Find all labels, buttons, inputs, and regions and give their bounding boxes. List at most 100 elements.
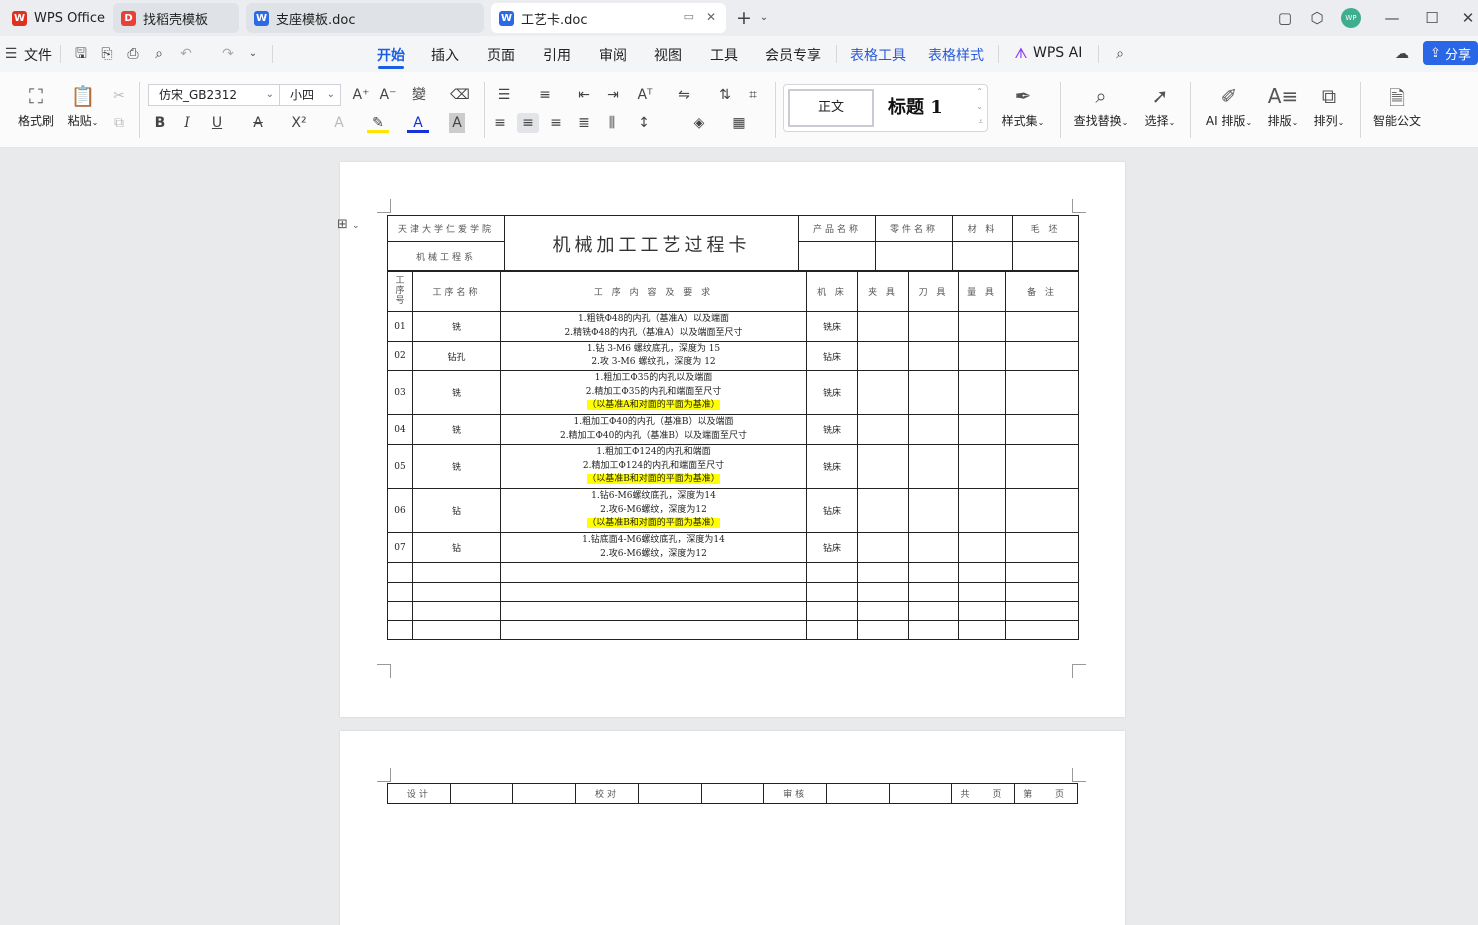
footer-label[interactable]: 第 页 [1014,783,1078,804]
footer-blank-cell[interactable] [637,783,702,804]
decrease-indent-icon[interactable]: ⇤ [573,85,595,105]
material-cell[interactable] [952,241,1013,272]
style-set-button[interactable]: ✒ 样式集⌄ [999,84,1047,129]
menu-wps-ai[interactable]: WPS AI [1033,45,1082,61]
more-chevron-icon[interactable]: ⌄ [244,45,262,63]
step-name[interactable]: 铣 [412,370,501,415]
cut-icon[interactable]: ✂ [108,86,130,106]
remark-cell[interactable] [1005,532,1079,563]
gallery-down-icon[interactable]: ⌄ [976,102,983,111]
fixture-cell[interactable] [857,532,909,563]
fixture-cell[interactable] [857,341,909,371]
empty-cell[interactable] [908,562,959,583]
gauge-cell[interactable] [958,414,1006,445]
arrange-button[interactable]: ⧉ 排列⌄ [1311,84,1347,129]
step-number[interactable]: 05 [387,444,413,489]
gauge-cell[interactable] [958,532,1006,563]
fixture-cell[interactable] [857,414,909,445]
remark-cell[interactable] [1005,488,1079,533]
machine-cell[interactable]: 钻床 [806,532,858,563]
gauge-cell[interactable] [958,370,1006,415]
font-family-select[interactable]: 仿宋_GB2312 ⌄ [148,84,280,106]
superscript-icon[interactable]: X² [288,113,310,133]
numbered-list-icon[interactable]: ≡ [534,85,556,105]
step-content[interactable]: 1.粗加工Φ35的内孔以及端面 2.精加工Φ35的内孔和端面至尺寸 （以基准A和对面… [500,370,807,415]
col-header-tool[interactable]: 刀 具 [908,270,959,312]
borders-icon[interactable]: ▦ [728,113,750,133]
empty-cell[interactable] [1005,562,1079,583]
grow-font-icon[interactable]: A⁺ [350,85,372,105]
step-name[interactable]: 铣 [412,444,501,489]
step-number[interactable]: 06 [387,488,413,533]
style-normal[interactable]: 正文 [788,89,874,127]
step-number[interactable]: 04 [387,414,413,445]
footer-label[interactable]: 校对 [575,783,639,804]
footer-blank-cell[interactable] [700,783,765,804]
export-pdf-icon[interactable]: ⎘ [98,45,116,63]
remark-cell[interactable] [1005,341,1079,371]
close-window-icon[interactable]: ✕ [1458,8,1478,28]
col-header-remark[interactable]: 备 注 [1005,270,1079,312]
empty-cell[interactable] [857,582,909,602]
menu-page[interactable]: 页面 [487,45,515,65]
tool-cell[interactable] [908,532,959,563]
align-center-icon[interactable]: ≡ [517,113,539,133]
school-name[interactable]: 天津大学仁爱学院 [387,215,505,242]
font-size-select[interactable]: 小四 ⌄ [279,84,341,106]
phonetic-guide-icon[interactable]: 變 [408,85,430,105]
font-color-icon[interactable]: A [407,113,429,133]
department-name[interactable]: 机械工程系 [387,241,505,272]
menu-table-style[interactable]: 表格样式 [928,45,984,65]
footer-label[interactable]: 共 页 [951,783,1016,804]
empty-cell[interactable] [857,620,909,640]
menu-home[interactable]: 开始 [377,45,405,65]
empty-cell[interactable] [908,582,959,602]
gauge-cell[interactable] [958,311,1006,342]
empty-cell[interactable] [806,582,858,602]
remark-cell[interactable] [1005,311,1079,342]
show-marks-icon[interactable]: ⌗ [742,85,764,105]
gallery-expand-icon[interactable]: ⩡ [978,117,983,127]
gauge-cell[interactable] [958,341,1006,371]
strikethrough-icon[interactable]: A [247,113,269,133]
ai-layout-button[interactable]: ✐ AI 排版⌄ [1203,84,1255,129]
smart-doc-button[interactable]: 🗎 智能公文 [1372,84,1422,129]
tab-process-card-doc[interactable]: W 工艺卡.doc ▭ ✕ [491,3,726,33]
tool-cell[interactable] [908,370,959,415]
print-preview-icon[interactable]: ⌕ [150,45,168,63]
find-replace-button[interactable]: ⌕ 查找替换⌄ [1071,84,1131,129]
empty-cell[interactable] [958,582,1006,602]
shrink-font-icon[interactable]: A⁻ [377,85,399,105]
text-effect-icon[interactable]: A [328,113,350,133]
col-header-fixture[interactable]: 夹 具 [857,270,909,312]
menu-view[interactable]: 视图 [654,45,682,65]
empty-cell[interactable] [806,562,858,583]
bold-icon[interactable]: B [149,113,171,133]
menu-references[interactable]: 引用 [543,45,571,65]
remark-cell[interactable] [1005,444,1079,489]
close-tab-icon[interactable]: ✕ [706,10,716,24]
format-painter-button[interactable]: ⛶ 格式刷 [17,84,55,129]
part-name-cell[interactable] [875,241,953,272]
empty-cell[interactable] [412,582,501,602]
increase-indent-icon[interactable]: ⇥ [602,85,624,105]
fixture-cell[interactable] [857,444,909,489]
remark-cell[interactable] [1005,370,1079,415]
italic-icon[interactable]: I [176,113,198,133]
machine-cell[interactable]: 铣床 [806,444,858,489]
align-left-icon[interactable]: ≡ [489,113,511,133]
step-number[interactable]: 02 [387,341,413,371]
layout-button[interactable]: A≡ 排版⌄ [1265,84,1301,129]
highlight-icon[interactable]: ✎ [367,113,389,133]
product-name-label[interactable]: 产品名称 [798,215,876,242]
empty-cell[interactable] [500,562,807,583]
step-name[interactable]: 铣 [412,311,501,342]
footer-blank-cell[interactable] [826,783,890,804]
machine-cell[interactable]: 铣床 [806,311,858,342]
tool-cell[interactable] [908,414,959,445]
print-icon[interactable]: ⎙ [124,45,142,63]
style-heading-1[interactable]: 标题 1 [888,89,968,127]
empty-cell[interactable] [500,582,807,602]
empty-cell[interactable] [908,620,959,640]
col-header-gauge[interactable]: 量 具 [958,270,1006,312]
